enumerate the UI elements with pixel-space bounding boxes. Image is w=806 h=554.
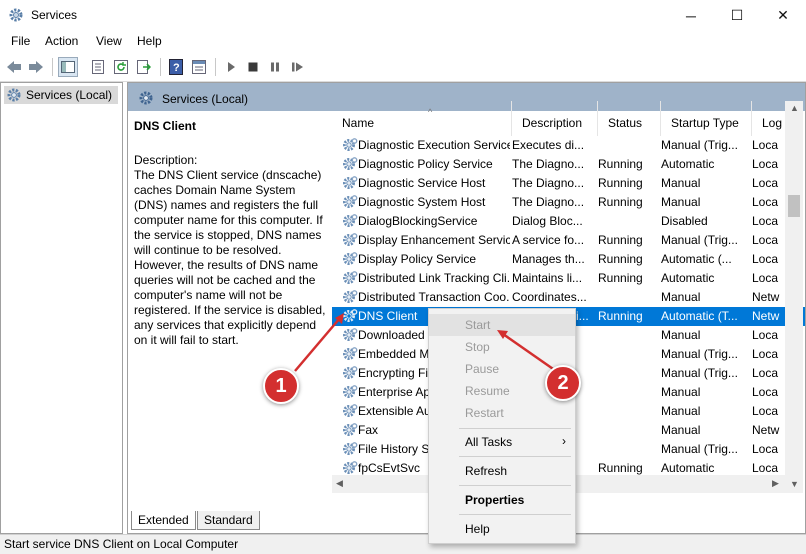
annotation-arrows	[294, 313, 557, 373]
annotation-badge-2: 2	[545, 365, 581, 401]
annotation-arrow-2	[502, 332, 557, 373]
annotation-arrow-1	[294, 317, 341, 372]
annotation-badge-1: 1	[263, 368, 299, 404]
